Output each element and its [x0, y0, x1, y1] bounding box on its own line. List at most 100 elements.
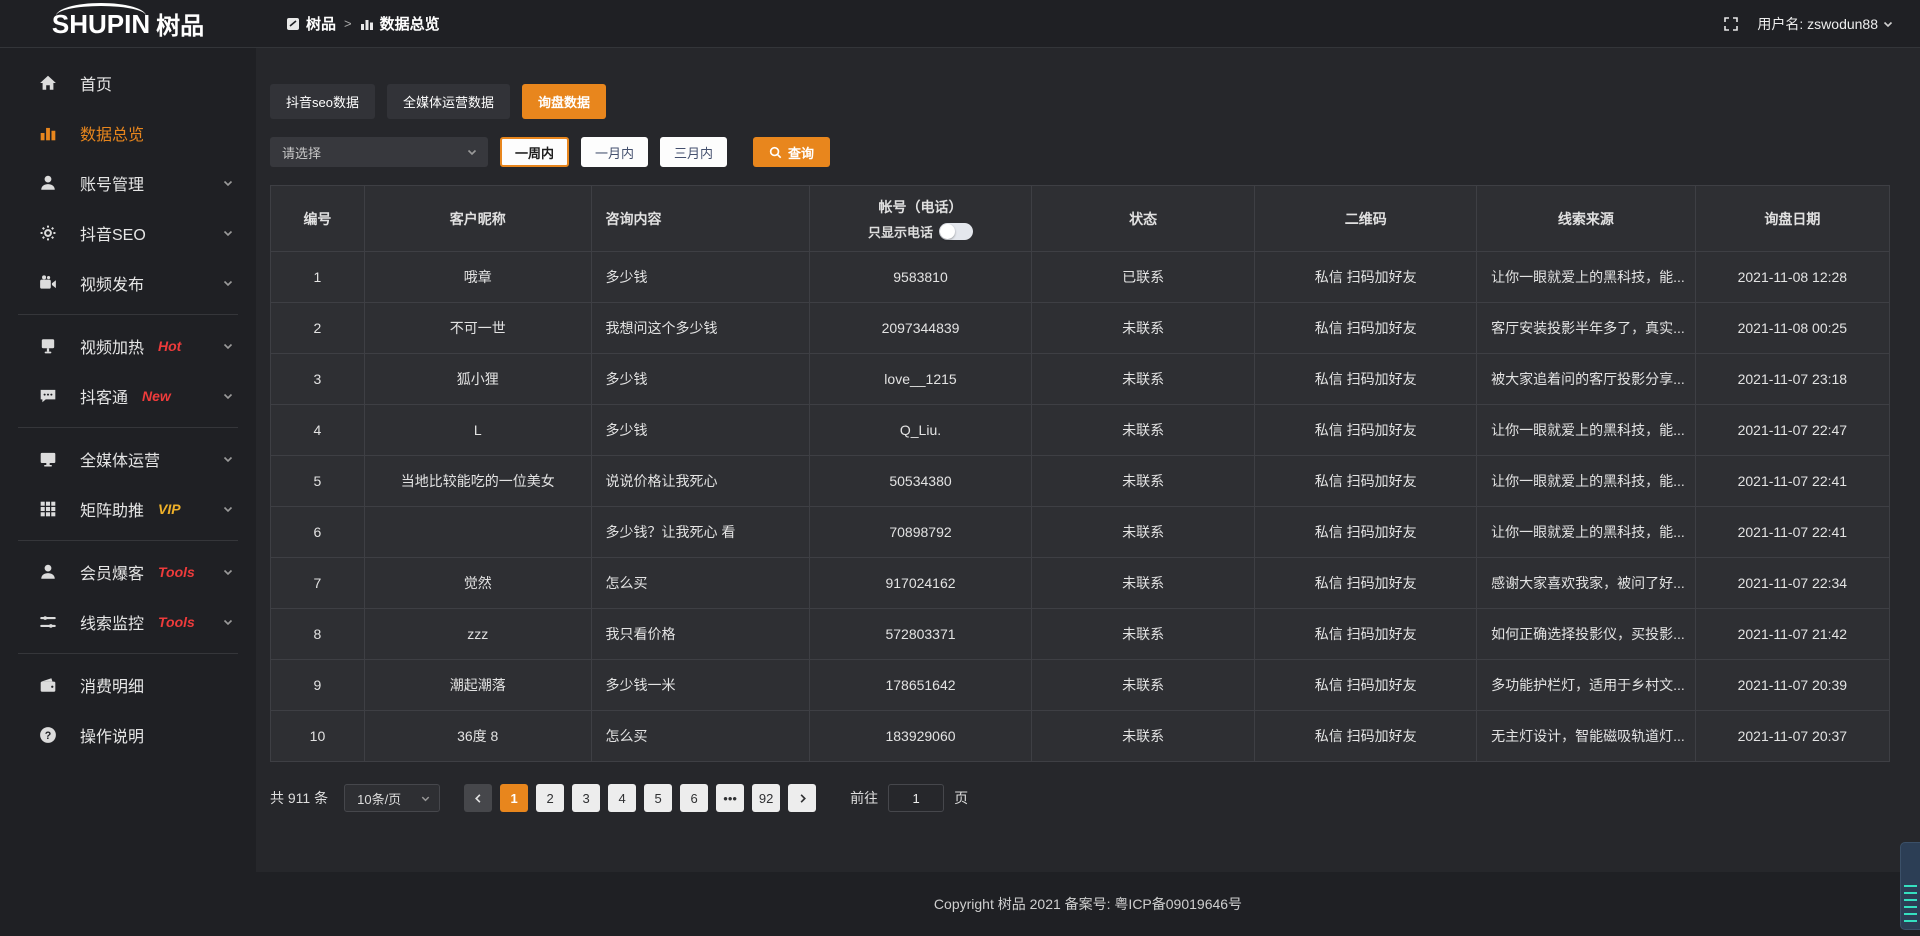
- col-account: 帐号（电话） 只显示电话: [810, 186, 1032, 252]
- app-square-icon: [286, 17, 300, 31]
- sidebar-item-help[interactable]: ? 操作说明: [0, 710, 256, 760]
- table-row: 2 不可一世 我想问这个多少钱 2097344839 未联系 私信 扫码加好友 …: [271, 303, 1890, 354]
- hot-badge: Hot: [158, 338, 181, 354]
- cell-id: 9: [271, 660, 365, 711]
- page-button-6[interactable]: 6: [680, 784, 708, 812]
- source-link[interactable]: 感谢大家喜欢我家，被问了好...: [1477, 558, 1696, 609]
- cell-content: 怎么买: [591, 558, 810, 609]
- chevron-down-icon: [222, 277, 234, 289]
- table-row: 5 当地比较能吃的一位美女 说说价格让我死心 50534380 未联系 私信 扫…: [271, 456, 1890, 507]
- page-button-92[interactable]: 92: [752, 784, 780, 812]
- sidebar-item-account[interactable]: 账号管理: [0, 158, 256, 208]
- cell-account: 183929060: [810, 711, 1032, 762]
- qrcode-link[interactable]: 私信 扫码加好友: [1255, 558, 1477, 609]
- next-page-button[interactable]: [788, 784, 816, 812]
- cell-nickname: 狐小狸: [364, 354, 591, 405]
- cell-date: 2021-11-08 12:28: [1695, 252, 1889, 303]
- qrcode-link[interactable]: 私信 扫码加好友: [1255, 252, 1477, 303]
- filter-select-placeholder: 请选择: [282, 143, 321, 162]
- sidebar-item-video-publish[interactable]: 视频发布: [0, 258, 256, 308]
- status-badge: 未联系: [1031, 609, 1254, 660]
- tab-douyin-seo-data[interactable]: 抖音seo数据: [270, 84, 375, 119]
- search-button[interactable]: 查询: [753, 137, 830, 167]
- range-month-button[interactable]: 一月内: [581, 137, 648, 167]
- sidebar-divider: [18, 540, 238, 541]
- qrcode-link[interactable]: 私信 扫码加好友: [1255, 456, 1477, 507]
- tab-media-operation-data[interactable]: 全媒体运营数据: [387, 84, 510, 119]
- sidebar-item-media-operation[interactable]: 全媒体运营: [0, 434, 256, 484]
- prev-page-button[interactable]: [464, 784, 492, 812]
- source-link[interactable]: 让你一眼就爱上的黑科技，能...: [1477, 252, 1696, 303]
- breadcrumb-current[interactable]: 数据总览: [360, 13, 440, 34]
- source-link[interactable]: 无主灯设计，智能磁吸轨道灯...: [1477, 711, 1696, 762]
- qrcode-link[interactable]: 私信 扫码加好友: [1255, 405, 1477, 456]
- page-button-3[interactable]: 3: [572, 784, 600, 812]
- chevron-down-icon: [420, 793, 431, 804]
- qrcode-link[interactable]: 私信 扫码加好友: [1255, 609, 1477, 660]
- page-size-select[interactable]: 10条/页: [344, 784, 440, 812]
- sidebar-item-member-baoke[interactable]: 会员爆客 Tools: [0, 547, 256, 597]
- chevron-down-icon: [222, 503, 234, 515]
- inquiry-table: 编号 客户昵称 咨询内容 帐号（电话） 只显示电话 状态 二维码 线索来源 询盘…: [270, 185, 1890, 762]
- qrcode-link[interactable]: 私信 扫码加好友: [1255, 711, 1477, 762]
- tab-inquiry-data[interactable]: 询盘数据: [522, 84, 606, 119]
- status-badge: 未联系: [1031, 507, 1254, 558]
- qrcode-link[interactable]: 私信 扫码加好友: [1255, 660, 1477, 711]
- sidebar-item-douyin-seo[interactable]: 抖音SEO: [0, 208, 256, 258]
- cell-content: 我只看价格: [591, 609, 810, 660]
- cell-nickname: 36度 8: [364, 711, 591, 762]
- top-bar: SHUPIN 树品 树品 > 数据总览 用户名: zswodun88: [0, 0, 1920, 48]
- table-row: 8 zzz 我只看价格 572803371 未联系 私信 扫码加好友 如何正确选…: [271, 609, 1890, 660]
- sidebar-item-data-overview[interactable]: 数据总览: [0, 108, 256, 158]
- qrcode-link[interactable]: 私信 扫码加好友: [1255, 303, 1477, 354]
- bar-chart-icon: [38, 124, 58, 142]
- filter-bar: 请选择 一周内 一月内 三月内 查询: [270, 137, 1890, 167]
- cell-id: 6: [271, 507, 365, 558]
- chevron-down-icon: [222, 340, 234, 352]
- logo-text-en: SHUPIN: [52, 11, 150, 37]
- sidebar-item-matrix-boost[interactable]: 矩阵助推 VIP: [0, 484, 256, 534]
- chevron-down-icon: [222, 453, 234, 465]
- source-link[interactable]: 客厅安装投影半年多了，真实...: [1477, 303, 1696, 354]
- source-link[interactable]: 让你一眼就爱上的黑科技，能...: [1477, 405, 1696, 456]
- cell-nickname: 当地比较能吃的一位美女: [364, 456, 591, 507]
- page-button-1[interactable]: 1: [500, 784, 528, 812]
- cell-account: 9583810: [810, 252, 1032, 303]
- page-button-2[interactable]: 2: [536, 784, 564, 812]
- qrcode-link[interactable]: 私信 扫码加好友: [1255, 354, 1477, 405]
- sidebar-item-clue-monitor[interactable]: 线索监控 Tools: [0, 597, 256, 647]
- wallet-icon: [38, 676, 58, 694]
- range-quarter-button[interactable]: 三月内: [660, 137, 727, 167]
- qrcode-link[interactable]: 私信 扫码加好友: [1255, 507, 1477, 558]
- source-link[interactable]: 如何正确选择投影仪，买投影...: [1477, 609, 1696, 660]
- breadcrumb: 树品 > 数据总览: [286, 13, 440, 34]
- copyright-text: Copyright 树品 2021 备案号: 粤ICP备09019646号: [934, 894, 1242, 914]
- user-menu[interactable]: 用户名: zswodun88: [1757, 14, 1894, 34]
- page-button-4[interactable]: 4: [608, 784, 636, 812]
- search-icon: [769, 146, 782, 159]
- range-week-button[interactable]: 一周内: [500, 137, 569, 167]
- chevron-down-icon: [466, 146, 478, 158]
- table-row: 3 狐小狸 多少钱 love__1215 未联系 私信 扫码加好友 被大家追着问…: [271, 354, 1890, 405]
- source-link[interactable]: 被大家追着问的客厅投影分享...: [1477, 354, 1696, 405]
- page-button-5[interactable]: 5: [644, 784, 672, 812]
- sidebar-divider: [18, 427, 238, 428]
- phone-only-toggle[interactable]: [939, 223, 973, 240]
- filter-select[interactable]: 请选择: [270, 137, 488, 167]
- table-header-row: 编号 客户昵称 咨询内容 帐号（电话） 只显示电话 状态 二维码 线索来源 询盘…: [271, 186, 1890, 252]
- sidebar-item-douketong[interactable]: 抖客通 New: [0, 371, 256, 421]
- floating-widget[interactable]: [1900, 842, 1920, 930]
- source-link[interactable]: 让你一眼就爱上的黑科技，能...: [1477, 507, 1696, 558]
- source-link[interactable]: 让你一眼就爱上的黑科技，能...: [1477, 456, 1696, 507]
- cell-account: Q_Liu.: [810, 405, 1032, 456]
- sidebar-item-consume-detail[interactable]: 消费明细: [0, 660, 256, 710]
- page-ellipsis-button[interactable]: •••: [716, 784, 744, 812]
- sidebar-item-video-heat[interactable]: 视频加热 Hot: [0, 321, 256, 371]
- fullscreen-icon[interactable]: [1723, 16, 1739, 32]
- chat-bubble-icon: [38, 387, 58, 405]
- sidebar-item-label: 视频发布: [80, 271, 144, 295]
- breadcrumb-root[interactable]: 树品: [286, 13, 336, 34]
- source-link[interactable]: 多功能护栏灯，适用于乡村文...: [1477, 660, 1696, 711]
- sidebar-item-home[interactable]: 首页: [0, 58, 256, 108]
- goto-page-input[interactable]: [888, 784, 944, 812]
